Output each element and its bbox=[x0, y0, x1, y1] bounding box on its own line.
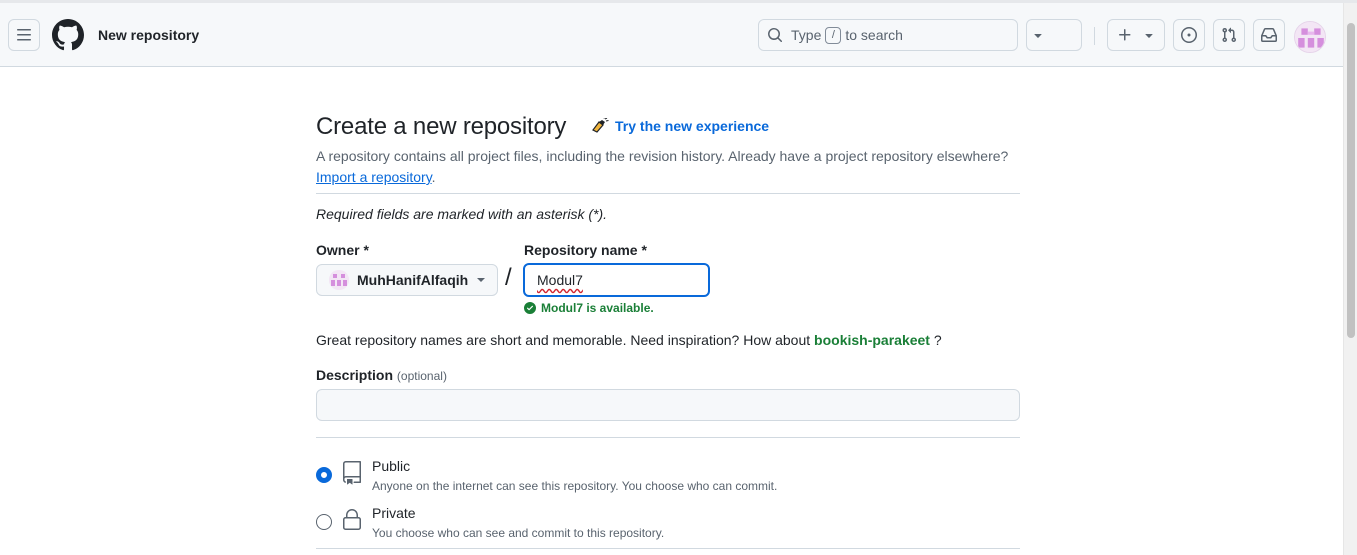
search-icon bbox=[768, 28, 783, 43]
page-title: Create a new repository bbox=[316, 113, 567, 140]
availability-text: Modul7 is available. bbox=[541, 301, 654, 315]
search-prefix: Type bbox=[791, 27, 822, 43]
owner-label: Owner * bbox=[316, 242, 369, 258]
inspiration-question-mark: ? bbox=[933, 332, 942, 348]
user-avatar[interactable] bbox=[1294, 21, 1326, 53]
copilot-button-group bbox=[1026, 19, 1357, 51]
repository-name-value: Modul7 bbox=[537, 272, 583, 288]
git-pull-request-icon bbox=[1222, 27, 1237, 43]
private-radio[interactable] bbox=[316, 514, 332, 530]
check-circle-icon bbox=[524, 302, 536, 314]
repo-icon bbox=[343, 461, 361, 485]
section-divider bbox=[316, 437, 1020, 438]
page-context-title[interactable]: New repository bbox=[98, 27, 199, 43]
suggested-name-link[interactable]: bookish-parakeet bbox=[814, 332, 930, 348]
github-logo-icon[interactable] bbox=[51, 19, 84, 51]
triangle-down-icon bbox=[1034, 34, 1042, 38]
menu-button[interactable] bbox=[8, 19, 40, 51]
private-title: Private bbox=[372, 505, 416, 521]
private-description: You choose who can see and commit to thi… bbox=[372, 526, 665, 540]
notifications-button[interactable] bbox=[1253, 19, 1285, 51]
flashlight-icon bbox=[592, 118, 609, 133]
intro-period: . bbox=[431, 169, 436, 185]
repository-name-label: Repository name * bbox=[524, 242, 647, 258]
public-title: Public bbox=[372, 458, 411, 474]
public-radio[interactable] bbox=[316, 467, 332, 483]
description-input[interactable] bbox=[316, 389, 1020, 421]
repository-name-input[interactable]: Modul7 bbox=[523, 263, 710, 297]
triangle-down-icon bbox=[1145, 34, 1153, 38]
app-header: New repository Type / to search bbox=[0, 3, 1357, 67]
pull-requests-button[interactable] bbox=[1213, 19, 1245, 51]
caret-down-icon bbox=[477, 278, 485, 282]
plus-icon bbox=[1119, 29, 1131, 41]
intro-paragraph: A repository contains all project files,… bbox=[316, 146, 1036, 188]
section-divider bbox=[316, 193, 1020, 194]
name-inspiration: Great repository names are short and mem… bbox=[316, 332, 942, 348]
description-label: Description (optional) bbox=[316, 367, 447, 383]
owner-select[interactable]: MuhHanifAlfaqih bbox=[316, 264, 498, 296]
owner-avatar bbox=[329, 270, 349, 290]
owner-repo-separator: / bbox=[505, 264, 512, 291]
hamburger-icon bbox=[17, 29, 31, 41]
try-new-experience-label: Try the new experience bbox=[615, 118, 770, 134]
import-repository-link[interactable]: Import a repository bbox=[316, 169, 432, 185]
issue-opened-icon bbox=[1181, 27, 1197, 43]
required-fields-note: Required fields are marked with an aster… bbox=[316, 206, 608, 222]
scrollbar-thumb[interactable] bbox=[1347, 23, 1355, 338]
header-divider bbox=[1094, 27, 1095, 45]
description-label-text: Description bbox=[316, 367, 394, 383]
copilot-dropdown[interactable] bbox=[1027, 20, 1049, 50]
optional-hint: (optional) bbox=[396, 369, 447, 383]
inbox-icon bbox=[1261, 28, 1277, 42]
search-input[interactable]: Type / to search bbox=[758, 19, 1018, 51]
issues-button[interactable] bbox=[1173, 19, 1205, 51]
try-new-experience-link[interactable]: Try the new experience bbox=[591, 118, 769, 134]
inspiration-text: Great repository names are short and mem… bbox=[316, 332, 811, 348]
owner-name: MuhHanifAlfaqih bbox=[357, 272, 469, 288]
search-shortcut-key: / bbox=[825, 26, 842, 44]
search-suffix: to search bbox=[845, 27, 903, 43]
public-description: Anyone on the internet can see this repo… bbox=[372, 479, 778, 493]
lock-icon bbox=[343, 509, 361, 530]
intro-text: A repository contains all project files,… bbox=[316, 148, 1009, 164]
availability-message: Modul7 is available. bbox=[524, 301, 654, 315]
page-scrollbar[interactable] bbox=[1343, 3, 1357, 555]
section-divider bbox=[316, 548, 1020, 549]
create-new-button[interactable] bbox=[1107, 19, 1165, 51]
